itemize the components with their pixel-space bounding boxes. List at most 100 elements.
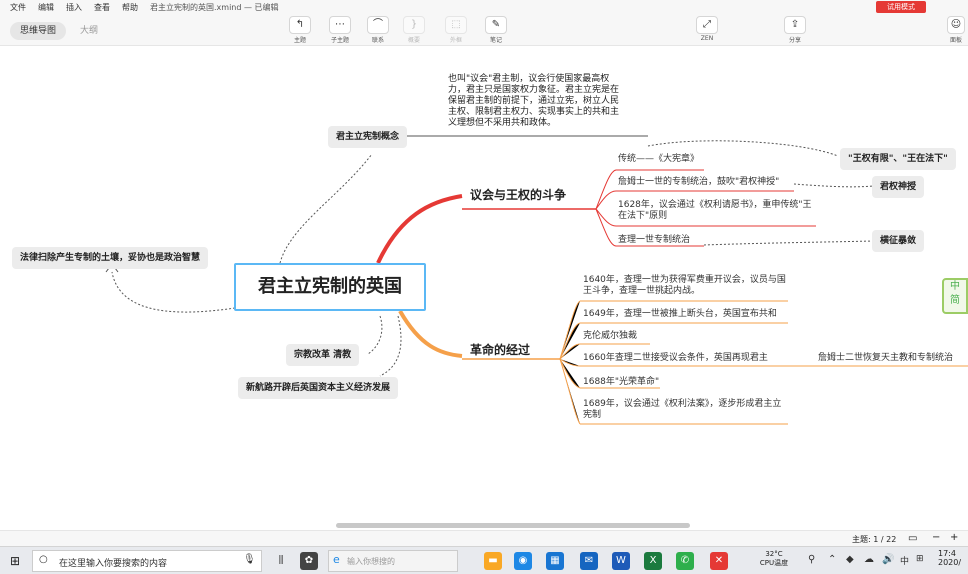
file-title: 君主立宪制的英国.xmind — 已编辑 (150, 3, 279, 12)
people-icon[interactable]: ⚲ (808, 554, 815, 565)
summary-label: 概要 (407, 37, 420, 44)
left-node-economy[interactable]: 新航路开辟后英国资本主义经济发展 (238, 377, 399, 399)
summary-button[interactable]: } 概要 (399, 16, 429, 44)
callout-divine-right[interactable]: 君权神授 (872, 176, 925, 198)
menu-view[interactable]: 查看 (94, 2, 110, 13)
xmind-icon[interactable]: ✕ (710, 552, 728, 570)
boundary-label: 外框 (449, 37, 462, 44)
relationship-label: 联系 (371, 37, 384, 44)
tab-outline[interactable]: 大纲 (70, 22, 108, 40)
panel-button[interactable]: ☺ 面板 (944, 16, 968, 44)
leaf-james-ii-overflow[interactable]: 詹姆士二世恢复天主教和专制统治 (818, 353, 953, 364)
branch-connector-1 (376, 194, 463, 264)
share-icon: ⇪ (784, 16, 806, 34)
summary-icon: } (403, 16, 425, 34)
browser-icon[interactable]: ◉ (514, 552, 532, 570)
zen-button[interactable]: ⤢ ZEN (692, 16, 722, 42)
left-node-law[interactable]: 法律扫除产生专制的土壤，妥协也是政治智慧 (12, 247, 209, 269)
taskbar-search[interactable]: ○ 在这里输入你要搜索的内容 🎙 (32, 550, 262, 572)
leaf-charles-i-tyranny[interactable]: 查理一世专制统治 (618, 235, 690, 246)
leaf-petition-of-right[interactable]: 1628年，议会通过《权利请愿书》，重申传统"王在法下"原则 (618, 200, 814, 222)
note-button[interactable]: ✎ 笔记 (481, 16, 511, 44)
windows-start-icon[interactable]: ⊞ (10, 554, 24, 568)
search-placeholder: 在这里输入你要搜索的内容 (59, 559, 168, 569)
tray-arrow-icon[interactable]: ⌃ (828, 554, 836, 565)
share-label: 分享 (788, 37, 801, 44)
menu-bar: 文件 编辑 插入 查看 帮助 君主立宪制的英国.xmind — 已编辑 试用模式 (0, 0, 968, 14)
branch-connector-2 (398, 310, 463, 358)
menu-insert[interactable]: 插入 (66, 2, 82, 13)
boundary-button[interactable]: ⬚ 外框 (441, 16, 471, 44)
clock-date: 2020/ (938, 558, 962, 567)
relationship-icon: ⌒ (367, 16, 389, 34)
callout-limited-monarchy[interactable]: "王权有限"、"王在法下" (840, 148, 956, 170)
note-label: 笔记 (489, 37, 502, 44)
cpu-temp-label: CPU温度 (759, 559, 789, 567)
left-node-religion[interactable]: 宗教改革 清教 (286, 344, 360, 366)
leaf-james-i[interactable]: 詹姆士一世的专制统治，鼓吹"君权神授" (618, 177, 798, 188)
weather-widget[interactable]: 32°C CPU温度 (756, 550, 792, 568)
windows-taskbar: ⊞ ○ 在这里输入你要搜索的内容 🎙 ⫼ ✿ e 输入你想搜的 ▬ ◉ ▦ ✉ … (0, 546, 968, 574)
zen-label: ZEN (700, 35, 714, 42)
trial-mode-button[interactable]: 试用模式 (876, 1, 926, 13)
topic-button[interactable]: ↰ 主题 (285, 16, 315, 44)
ime-settings-icon[interactable]: ⊞ (916, 554, 924, 564)
leaf-1660[interactable]: 1660年查理二世接受议会条件，英国再现君主 (583, 353, 768, 364)
branch-parliament-vs-crown[interactable]: 议会与王权的斗争 (470, 186, 566, 203)
calendar-icon[interactable]: ▦ (546, 552, 564, 570)
root-topic[interactable]: 君主立宪制的英国 (234, 263, 426, 311)
subtopic-button[interactable]: ⋯ 子主题 (325, 16, 355, 44)
map-icon[interactable]: ▭ (908, 533, 917, 544)
ime-indicator-icon[interactable]: 中 (900, 554, 909, 567)
excel-icon[interactable]: X (644, 552, 662, 570)
mail-icon[interactable]: ✉ (580, 552, 598, 570)
tab-mindmap[interactable]: 思维导图 (10, 22, 67, 40)
volume-icon[interactable]: 🔊 (882, 554, 894, 565)
app-icon[interactable]: ✿ (300, 552, 318, 570)
edge-icon: e (333, 553, 340, 566)
panel-label: 面板 (949, 37, 962, 44)
tray-app-icon[interactable]: ◆ (846, 554, 854, 565)
leaf-cromwell[interactable]: 克伦威尔独裁 (583, 331, 637, 342)
leaf-magna-carta[interactable]: 传统——《大宪章》 (618, 154, 699, 165)
search-icon: ○ (39, 554, 48, 565)
wechat-icon[interactable]: ✆ (676, 552, 694, 570)
topic-label: 主题 (293, 37, 306, 44)
toolbar: 思维导图 大纲 ↰ 主题 ⋯ 子主题 ⌒ 联系 } 概要 ⬚ 外框 ✎ 笔记 ⤢… (0, 14, 968, 46)
subtopic-icon: ⋯ (329, 16, 351, 34)
word-icon[interactable]: W (612, 552, 630, 570)
panel-icon: ☺ (947, 16, 965, 34)
share-button[interactable]: ⇪ 分享 (780, 16, 810, 44)
edge-search-placeholder: 输入你想搜的 (347, 557, 395, 566)
menu-file[interactable]: 文件 (10, 2, 26, 13)
concept-note: 也叫"议会"君主制，议会行使国家最高权力，君主只是国家权力象征。君主立宪是在保留… (448, 74, 620, 128)
menu-help[interactable]: 帮助 (122, 2, 138, 13)
task-view-icon[interactable]: ⫼ (272, 552, 290, 570)
horizontal-scrollbar[interactable] (336, 523, 690, 528)
ime-widget[interactable]: 中 简 (942, 278, 968, 314)
network-icon[interactable]: ☁ (864, 554, 874, 565)
leaf-1689[interactable]: 1689年，议会通过《权利法案》，逐步形成君主立宪制 (583, 399, 783, 421)
clock[interactable]: 17:4 2020/ (938, 549, 968, 567)
weather-temp: 32°C (765, 550, 783, 558)
edge-search-box[interactable]: e 输入你想搜的 (328, 550, 458, 572)
concept-node[interactable]: 君主立宪制概念 (328, 126, 408, 148)
topic-icon: ↰ (289, 16, 311, 34)
topic-count: 主题: 1 / 22 (852, 535, 897, 544)
file-explorer-icon[interactable]: ▬ (484, 552, 502, 570)
subtopic-label: 子主题 (330, 37, 349, 44)
status-bar: 主题: 1 / 22 ▭ − + (0, 530, 968, 546)
zen-icon: ⤢ (696, 16, 718, 34)
leaf-1640[interactable]: 1640年，查理一世为获得军费重开议会，议员与国王斗争，查理一世挑起内战。 (583, 275, 787, 297)
relationship-button[interactable]: ⌒ 联系 (363, 16, 393, 44)
leaf-1688[interactable]: 1688年"光荣革命" (583, 377, 659, 388)
leaf-1649[interactable]: 1649年，查理一世被推上断头台，英国宣布共和 (583, 309, 777, 320)
zoom-out-button[interactable]: − (932, 532, 940, 543)
menu-edit[interactable]: 编辑 (38, 2, 54, 13)
callout-heavy-taxation[interactable]: 横征暴敛 (872, 230, 925, 252)
branch-revolution[interactable]: 革命的经过 (470, 341, 530, 358)
mindmap-canvas[interactable]: 也叫"议会"君主制，议会行使国家最高权力，君主只是国家权力象征。君主立宪是在保留… (0, 46, 968, 530)
note-icon: ✎ (485, 16, 507, 34)
clock-time: 17:4 (938, 549, 956, 558)
zoom-in-button[interactable]: + (950, 532, 958, 543)
